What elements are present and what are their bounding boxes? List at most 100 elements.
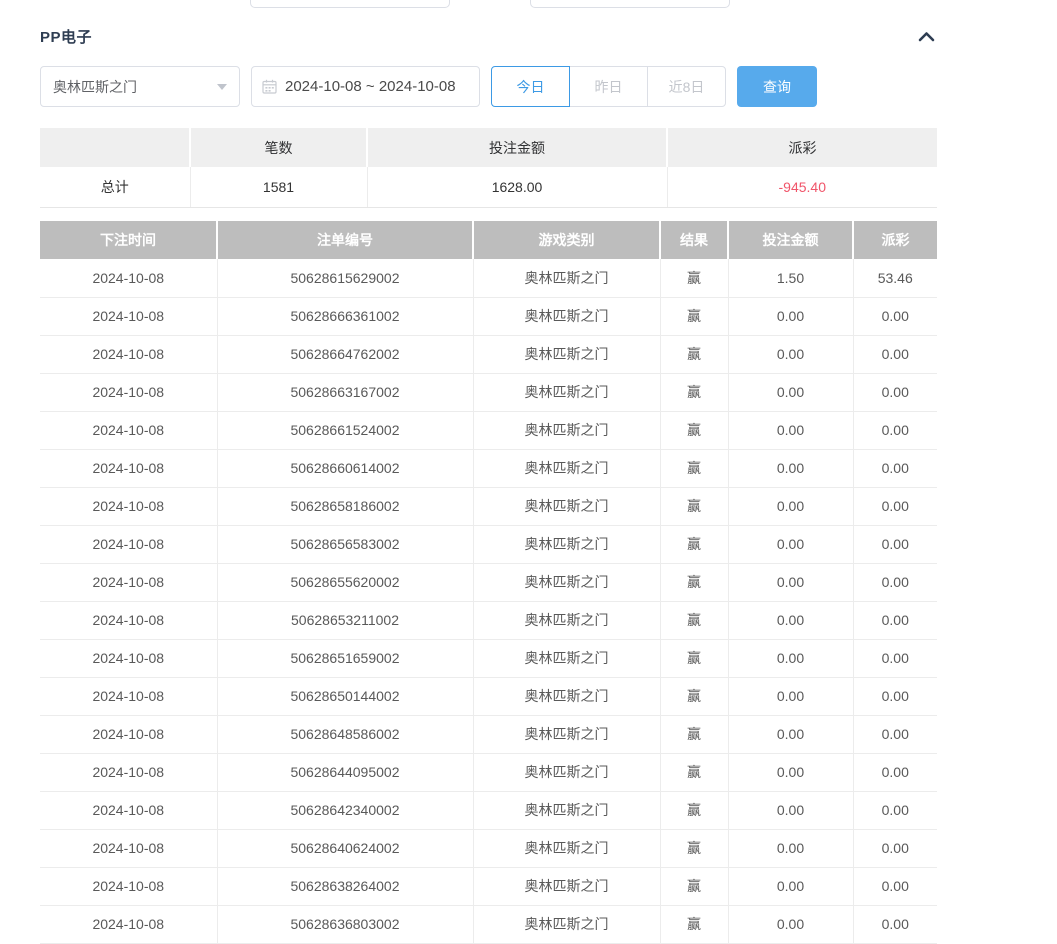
record-row: 2024-10-0850628660614002奥林匹斯之门赢0.000.00 (40, 449, 937, 487)
cell-order-no: 50628650144002 (217, 677, 473, 715)
summary-header-cell: 笔数 (190, 128, 367, 167)
cell-game-category: 奥林匹斯之门 (473, 791, 660, 829)
record-row: 2024-10-0850628615629002奥林匹斯之门赢1.5053.46 (40, 259, 937, 297)
cell-bet-amount: 0.00 (728, 639, 853, 677)
record-row: 2024-10-0850628655620002奥林匹斯之门赢0.000.00 (40, 563, 937, 601)
cell-order-no: 50628642340002 (217, 791, 473, 829)
game-select-value: 奥林匹斯之门 (53, 77, 137, 97)
record-row: 2024-10-0850628666361002奥林匹斯之门赢0.000.00 (40, 297, 937, 335)
collapse-chevron-up-icon[interactable] (916, 29, 937, 44)
cell-game-category: 奥林匹斯之门 (473, 259, 660, 297)
cell-payout: 0.00 (853, 677, 937, 715)
cell-bet-time: 2024-10-08 (40, 905, 217, 943)
cell-order-no: 50628664762002 (217, 335, 473, 373)
record-row: 2024-10-0850628653211002奥林匹斯之门赢0.000.00 (40, 601, 937, 639)
cell-order-no: 50628638264002 (217, 867, 473, 905)
cell-order-no: 50628663167002 (217, 373, 473, 411)
cell-bet-amount: 0.00 (728, 715, 853, 753)
truncated-input-2[interactable] (530, 0, 730, 8)
cell-order-no: 50628660614002 (217, 449, 473, 487)
records-header-cell: 游戏类别 (473, 221, 660, 259)
quick-filter-group: 今日昨日近8日 (491, 66, 726, 107)
records-table: 下注时间注单编号游戏类别结果投注金额派彩 2024-10-08506286156… (40, 221, 937, 944)
cell-result: 赢 (660, 487, 728, 525)
section-title: PP电子 (40, 26, 92, 47)
chevron-down-icon (217, 84, 227, 90)
record-row: 2024-10-0850628650144002奥林匹斯之门赢0.000.00 (40, 677, 937, 715)
cell-result: 赢 (660, 411, 728, 449)
query-button[interactable]: 查询 (737, 66, 817, 107)
record-row: 2024-10-0850628661524002奥林匹斯之门赢0.000.00 (40, 411, 937, 449)
summary-total-label: 总计 (40, 167, 190, 207)
cell-order-no: 50628648586002 (217, 715, 473, 753)
cell-game-category: 奥林匹斯之门 (473, 639, 660, 677)
cell-order-no: 50628644095002 (217, 753, 473, 791)
cell-bet-time: 2024-10-08 (40, 335, 217, 373)
cell-order-no: 50628658186002 (217, 487, 473, 525)
truncated-input-1[interactable] (250, 0, 450, 8)
cell-payout: 0.00 (853, 601, 937, 639)
cell-bet-time: 2024-10-08 (40, 373, 217, 411)
filter-controls: 奥林匹斯之门 2024-10-08 ~ 2024-10-08 今日昨日近8 (40, 66, 817, 107)
record-row: 2024-10-0850628638264002奥林匹斯之门赢0.000.00 (40, 867, 937, 905)
cell-payout: 0.00 (853, 715, 937, 753)
cell-result: 赢 (660, 297, 728, 335)
cell-bet-time: 2024-10-08 (40, 829, 217, 867)
summary-header-cell (40, 128, 190, 167)
cell-payout: 0.00 (853, 791, 937, 829)
section-header: PP电子 (40, 26, 937, 47)
cell-game-category: 奥林匹斯之门 (473, 335, 660, 373)
quick-filter-today[interactable]: 今日 (491, 66, 570, 107)
cell-bet-time: 2024-10-08 (40, 487, 217, 525)
cell-result: 赢 (660, 373, 728, 411)
quick-filter-last-8-days[interactable]: 近8日 (647, 66, 726, 107)
cell-bet-time: 2024-10-08 (40, 791, 217, 829)
cell-bet-amount: 0.00 (728, 335, 853, 373)
cell-result: 赢 (660, 715, 728, 753)
cell-bet-amount: 0.00 (728, 563, 853, 601)
summary-payout: -945.40 (667, 167, 937, 207)
cell-result: 赢 (660, 867, 728, 905)
cell-game-category: 奥林匹斯之门 (473, 449, 660, 487)
cell-bet-amount: 0.00 (728, 487, 853, 525)
quick-filter-yesterday[interactable]: 昨日 (569, 66, 648, 107)
cell-game-category: 奥林匹斯之门 (473, 487, 660, 525)
cell-payout: 0.00 (853, 373, 937, 411)
cell-payout: 0.00 (853, 449, 937, 487)
summary-bet-amount: 1628.00 (367, 167, 667, 207)
cell-payout: 0.00 (853, 639, 937, 677)
cell-bet-amount: 0.00 (728, 449, 853, 487)
record-row: 2024-10-0850628640624002奥林匹斯之门赢0.000.00 (40, 829, 937, 867)
cell-result: 赢 (660, 563, 728, 601)
cell-bet-amount: 1.50 (728, 259, 853, 297)
cell-payout: 0.00 (853, 335, 937, 373)
cell-payout: 0.00 (853, 867, 937, 905)
cell-bet-time: 2024-10-08 (40, 525, 217, 563)
cell-bet-time: 2024-10-08 (40, 715, 217, 753)
cell-game-category: 奥林匹斯之门 (473, 829, 660, 867)
summary-table: 笔数投注金额派彩 总计15811628.00-945.40 (40, 128, 937, 208)
records-header-cell: 下注时间 (40, 221, 217, 259)
records-header-row: 下注时间注单编号游戏类别结果投注金额派彩 (40, 221, 937, 259)
cell-bet-time: 2024-10-08 (40, 297, 217, 335)
cell-bet-amount: 0.00 (728, 525, 853, 563)
cell-bet-time: 2024-10-08 (40, 411, 217, 449)
date-range-input[interactable]: 2024-10-08 ~ 2024-10-08 (251, 66, 480, 107)
cell-game-category: 奥林匹斯之门 (473, 373, 660, 411)
records-header-cell: 投注金额 (728, 221, 853, 259)
game-select[interactable]: 奥林匹斯之门 (40, 66, 240, 107)
cell-bet-time: 2024-10-08 (40, 601, 217, 639)
cell-game-category: 奥林匹斯之门 (473, 715, 660, 753)
summary-total-row: 总计15811628.00-945.40 (40, 167, 937, 207)
records-header-cell: 结果 (660, 221, 728, 259)
cell-bet-time: 2024-10-08 (40, 639, 217, 677)
cell-game-category: 奥林匹斯之门 (473, 677, 660, 715)
cell-payout: 0.00 (853, 411, 937, 449)
cell-payout: 0.00 (853, 563, 937, 601)
record-row: 2024-10-0850628651659002奥林匹斯之门赢0.000.00 (40, 639, 937, 677)
record-row: 2024-10-0850628644095002奥林匹斯之门赢0.000.00 (40, 753, 937, 791)
cell-payout: 0.00 (853, 753, 937, 791)
cell-payout: 0.00 (853, 487, 937, 525)
cell-result: 赢 (660, 601, 728, 639)
cell-result: 赢 (660, 639, 728, 677)
